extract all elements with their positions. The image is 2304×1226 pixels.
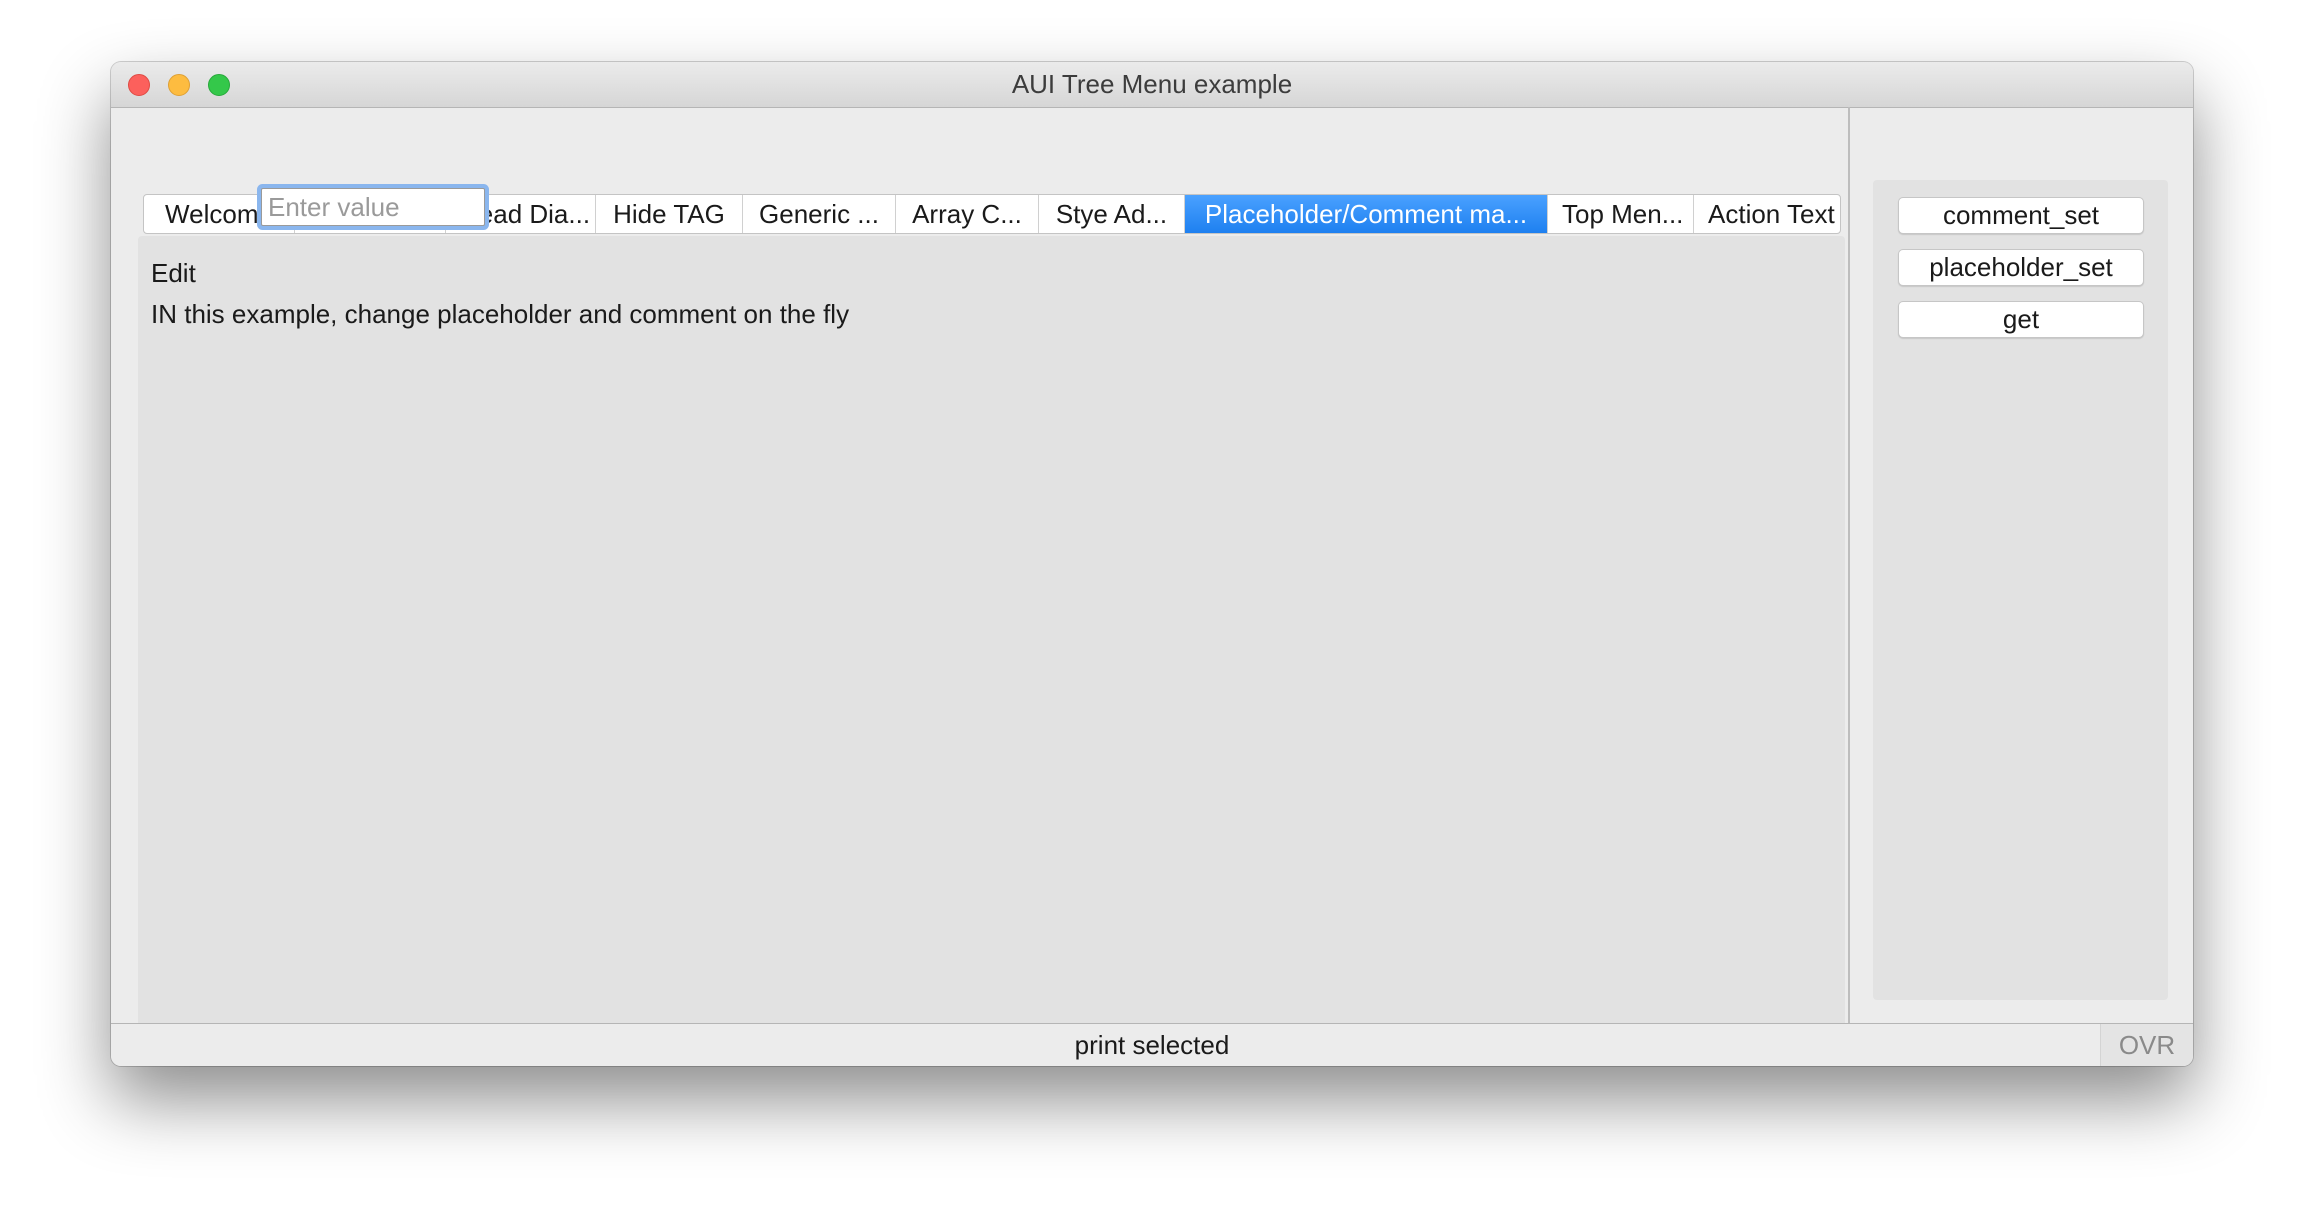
edit-input[interactable] [261,188,485,226]
overwrite-mode-indicator: OVR [2100,1024,2193,1066]
window-title: AUI Tree Menu example [1011,69,1293,99]
comment-set-button[interactable]: comment_set [1898,197,2144,234]
panel-divider[interactable] [1848,107,1850,1023]
status-bar: print selected OVR [111,1023,2193,1066]
tab-content-area [138,236,1845,1058]
tab-hide-tag[interactable]: Hide TAG [596,195,743,233]
tab-placeholder-comment[interactable]: Placeholder/Comment ma... [1185,195,1548,233]
tab-top-menu[interactable]: Top Men... [1548,195,1694,233]
status-message: print selected [1074,1030,1230,1060]
side-panel: comment_set placeholder_set get [1873,180,2168,1000]
tab-style-add[interactable]: Stye Ad... [1039,195,1185,233]
placeholder-set-button[interactable]: placeholder_set [1898,249,2144,286]
edit-label: Edit [151,258,196,288]
tab-array[interactable]: Array C... [896,195,1039,233]
title-bar[interactable]: AUI Tree Menu example [111,62,2193,108]
main-panel: Welcome Read Att... Read Dia... Hide TAG… [138,126,1845,1059]
tab-generic[interactable]: Generic ... [743,195,896,233]
example-description: IN this example, change placeholder and … [151,299,850,329]
app-window: AUI Tree Menu example Welcome Read Att..… [111,62,2193,1066]
tab-action-text[interactable]: Action Text [1694,195,1840,233]
get-button[interactable]: get [1898,301,2144,338]
